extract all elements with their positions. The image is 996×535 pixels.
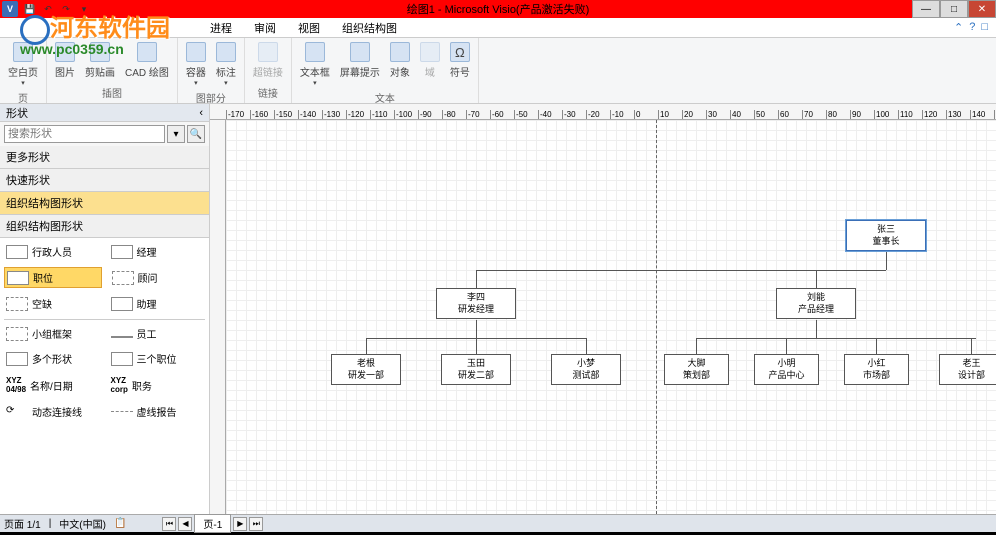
ribbon-tabs: 进程 审阅 视图 组织结构图 ⌃ ? □	[0, 18, 996, 38]
shape-team-frame[interactable]: 小组框架	[4, 324, 101, 343]
org-node-l2-0[interactable]: 李四研发经理	[436, 288, 516, 319]
shape-position[interactable]: 职位	[4, 267, 102, 288]
org-node-l3b-2[interactable]: 小红市场部	[844, 354, 909, 385]
org-node-l3a-1[interactable]: 玉田研发二部	[441, 354, 511, 385]
shape-three-positions[interactable]: 三个职位	[109, 349, 206, 368]
cad-button[interactable]: CAD 绘图	[121, 40, 173, 81]
page-divider	[656, 120, 657, 514]
page-tab[interactable]: 页-1	[194, 514, 231, 533]
textbox-button[interactable]: 文本框▾	[296, 40, 334, 89]
ribbon-group-links: 超链接 链接	[245, 38, 292, 103]
app-icon: V	[2, 1, 18, 17]
first-page-button[interactable]: ⏮	[162, 517, 176, 531]
org-node-l3a-0[interactable]: 老根研发一部	[331, 354, 401, 385]
hyperlink-button[interactable]: 超链接	[249, 40, 287, 81]
ribbon-group-text: 文本框▾ 屏幕提示 对象 域 Ω符号 文本	[292, 38, 479, 103]
qat-dropdown-icon[interactable]: ▾	[76, 2, 92, 16]
drawing-canvas[interactable]: 张三董事长 李四研发经理 刘能产品经理 老根研发一部	[226, 120, 996, 514]
ribbon-group-page: 空白页▾ 页	[0, 38, 47, 103]
object-button[interactable]: 对象	[386, 40, 414, 81]
ribbon: 空白页▾ 页 图片 剪贴画 CAD 绘图 插图 容器▾ 标注▾ 图部分 超链接 …	[0, 38, 996, 104]
quick-access-toolbar: 💾 ↶ ↷ ▾	[22, 2, 92, 16]
shape-staff[interactable]: 员工	[109, 324, 206, 343]
shape-executive[interactable]: 行政人员	[4, 242, 101, 261]
page-indicator: 页面 1/1	[4, 516, 41, 531]
ribbon-minimize-icon[interactable]: ⌃	[954, 21, 963, 34]
ribbon-group-diagram-parts: 容器▾ 标注▾ 图部分	[178, 38, 245, 103]
blank-page-button[interactable]: 空白页▾	[4, 40, 42, 89]
title-bar: V 💾 ↶ ↷ ▾ 绘图1 - Microsoft Visio(产品激活失败) …	[0, 0, 996, 18]
org-node-l2-1[interactable]: 刘能产品经理	[776, 288, 856, 319]
org-node-l3b-3[interactable]: 老王设计部	[939, 354, 996, 385]
window-title: 绘图1 - Microsoft Visio(产品激活失败)	[407, 1, 590, 17]
close-button[interactable]: ✕	[968, 0, 996, 18]
org-node-l3a-2[interactable]: 小梦测试部	[551, 354, 621, 385]
insert-mode-icon[interactable]: 📋	[114, 518, 126, 529]
shape-dynamic-connector[interactable]: ⟳动态连接线	[4, 402, 101, 421]
callout-button[interactable]: 标注▾	[212, 40, 240, 89]
clipart-button[interactable]: 剪贴画	[81, 40, 119, 81]
org-node-l3b-1[interactable]: 小明产品中心	[754, 354, 819, 385]
shapes-list: 行政人员 经理 职位 顾问 空缺 助理 小组框架 员工 多个形状 三个职位 XY…	[0, 238, 209, 514]
shape-dotted-report[interactable]: 虚线报告	[109, 402, 206, 421]
last-page-button[interactable]: ⏭	[249, 517, 263, 531]
undo-icon[interactable]: ↶	[40, 2, 56, 16]
shapes-panel: 形状 ‹ ▾ 🔍 更多形状 快速形状 组织结构图形状 组织结构图形状 行政人员 …	[0, 104, 210, 514]
org-node-root[interactable]: 张三董事长	[846, 220, 926, 251]
tab-orgchart[interactable]: 组织结构图	[332, 18, 407, 38]
field-button: 域	[416, 40, 444, 81]
tab-review[interactable]: 审阅	[244, 18, 286, 38]
stencil-orgchart-shapes[interactable]: 组织结构图形状	[0, 192, 209, 215]
shape-title[interactable]: XYZcorp职务	[109, 374, 206, 396]
canvas-area: -170-160-150-140-130-120-110-100-90-80-7…	[210, 104, 996, 514]
prev-page-button[interactable]: ◀	[178, 517, 192, 531]
page-navigator: ⏮ ◀ 页-1 ▶ ⏭	[162, 514, 263, 533]
ribbon-options-icon[interactable]: □	[981, 21, 988, 34]
minimize-button[interactable]: —	[912, 0, 940, 18]
symbol-button[interactable]: Ω符号	[446, 40, 474, 81]
shape-assistant[interactable]: 助理	[109, 294, 206, 313]
ribbon-group-illustrations: 图片 剪贴画 CAD 绘图 插图	[47, 38, 178, 103]
picture-button[interactable]: 图片	[51, 40, 79, 81]
chevron-left-icon[interactable]: ‹	[199, 107, 203, 119]
help-icon[interactable]: ?	[969, 21, 975, 34]
redo-icon[interactable]: ↷	[58, 2, 74, 16]
save-icon[interactable]: 💾	[22, 2, 38, 16]
horizontal-ruler: -170-160-150-140-130-120-110-100-90-80-7…	[210, 104, 996, 120]
tab-process[interactable]: 进程	[200, 18, 242, 38]
search-dropdown-icon[interactable]: ▾	[167, 125, 185, 143]
screentip-button[interactable]: 屏幕提示	[336, 40, 384, 81]
shape-multiple[interactable]: 多个形状	[4, 349, 101, 368]
org-node-l3b-0[interactable]: 大脚策划部	[664, 354, 729, 385]
container-button[interactable]: 容器▾	[182, 40, 210, 89]
shape-vacancy[interactable]: 空缺	[4, 294, 101, 313]
shapes-panel-title: 形状 ‹	[0, 104, 209, 122]
next-page-button[interactable]: ▶	[233, 517, 247, 531]
shape-manager[interactable]: 经理	[109, 242, 206, 261]
stencil-more-shapes[interactable]: 更多形状	[0, 146, 209, 169]
search-icon[interactable]: 🔍	[187, 125, 205, 143]
window-controls: — □ ✕	[912, 0, 996, 18]
maximize-button[interactable]: □	[940, 0, 968, 18]
vertical-ruler	[210, 120, 226, 514]
language-indicator: 中文(中国)	[59, 516, 106, 531]
tab-view[interactable]: 视图	[288, 18, 330, 38]
shape-name-date[interactable]: XYZ04/98名称/日期	[4, 374, 101, 396]
stencil-quick-shapes[interactable]: 快速形状	[0, 169, 209, 192]
search-shapes-input[interactable]	[4, 125, 165, 143]
status-bar: 页面 1/1 | 中文(中国) 📋 ⏮ ◀ 页-1 ▶ ⏭	[0, 514, 996, 532]
shape-consultant[interactable]: 顾问	[110, 267, 206, 288]
stencil-orgchart-shapes-2[interactable]: 组织结构图形状	[0, 215, 209, 238]
